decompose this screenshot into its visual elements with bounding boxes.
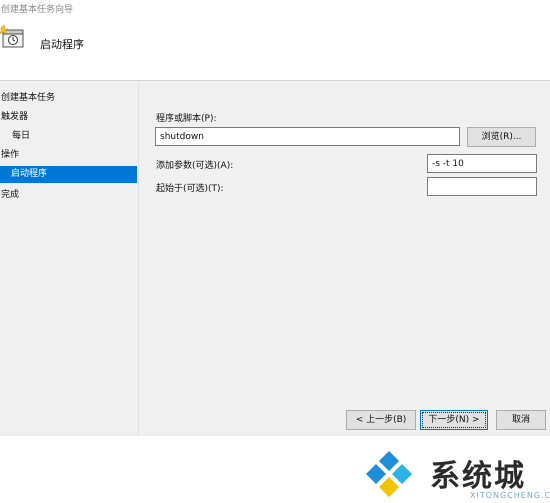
program-input[interactable] (155, 127, 460, 146)
wizard-content: 创建基本任务 触发器 每日 操作 启动程序 完成 程序或脚本(P): 浏览(R)… (0, 81, 550, 500)
program-label: 程序或脚本(P): (156, 114, 217, 124)
start-in-input[interactable] (427, 177, 537, 196)
args-label: 添加参数(可选)(A): (156, 161, 234, 171)
watermark-sub: XITONGCHENG.COM (470, 491, 550, 500)
page-title: 启动程序 (40, 38, 84, 51)
sidebar-item-daily[interactable]: 每日 (12, 128, 30, 141)
sidebar-item-trigger[interactable]: 触发器 (1, 109, 28, 122)
watermark-logo-icon (366, 451, 412, 497)
cancel-button[interactable]: 取消 (496, 410, 546, 430)
sidebar-item-start-program[interactable]: 启动程序 (0, 166, 137, 183)
back-button[interactable]: < 上一步(B) (346, 410, 416, 430)
browse-button[interactable]: 浏览(R)... (467, 127, 536, 147)
wizard-header: 启动程序 (0, 18, 550, 80)
args-input[interactable] (427, 154, 537, 173)
watermark: 系统城 XITONGCHENG.COM (358, 447, 550, 503)
watermark-text: 系统城 (430, 459, 526, 494)
sidebar-item-finish[interactable]: 完成 (1, 187, 19, 200)
window-title: 创建基本任务向导 (1, 5, 74, 15)
sidebar-item-create-basic-task[interactable]: 创建基本任务 (1, 90, 55, 103)
task-scheduler-icon (0, 24, 26, 50)
start-in-label: 起始于(可选)(T): (156, 184, 224, 194)
sidebar-item-action[interactable]: 操作 (1, 147, 19, 160)
next-button-label: 下一步(N) > (428, 415, 480, 425)
next-button[interactable]: 下一步(N) > (420, 410, 488, 430)
sidebar-divider (138, 81, 139, 436)
title-bar: 创建基本任务向导 (0, 0, 550, 18)
